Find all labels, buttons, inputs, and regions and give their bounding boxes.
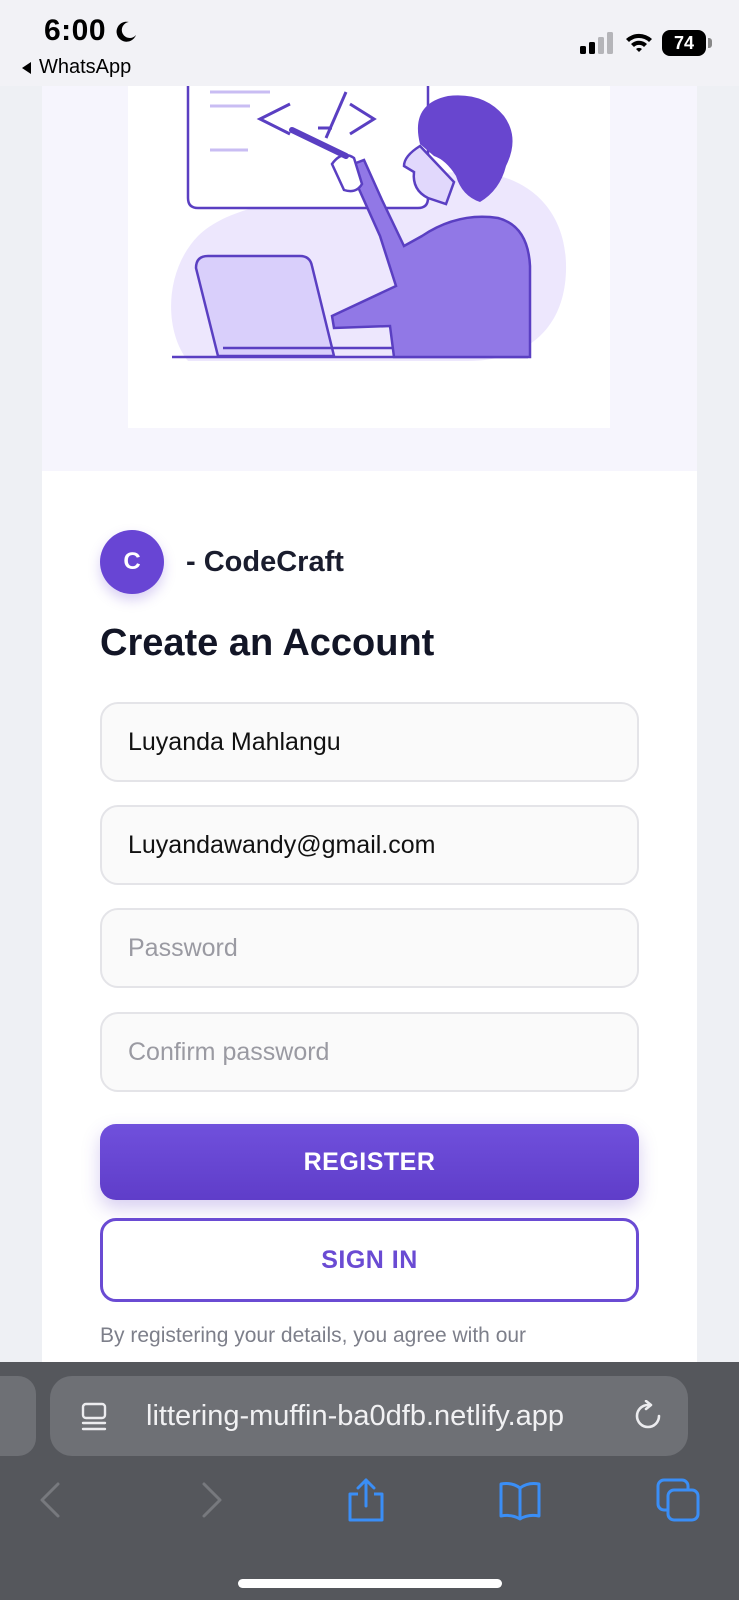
previous-tab-peek[interactable] bbox=[0, 1376, 36, 1456]
back-app-label: WhatsApp bbox=[39, 56, 132, 78]
page-title: Create an Account bbox=[100, 622, 435, 664]
brand: C - CodeCraft bbox=[100, 530, 344, 594]
address-bar[interactable]: littering-muffin-ba0dfb.netlify.app bbox=[50, 1376, 688, 1456]
status-bar: 6:00 WhatsApp 74 bbox=[0, 0, 739, 86]
tabs-icon[interactable] bbox=[656, 1478, 700, 1522]
battery-level: 74 bbox=[662, 30, 706, 56]
terms-text: By registering your details, you agree w… bbox=[100, 1324, 527, 1347]
battery-tip bbox=[708, 38, 712, 48]
home-indicator[interactable] bbox=[238, 1579, 502, 1588]
confirm-password-field[interactable] bbox=[100, 1012, 639, 1092]
brand-name: - CodeCraft bbox=[186, 545, 344, 578]
password-field[interactable] bbox=[100, 908, 639, 988]
developer-illustration-icon bbox=[171, 86, 567, 361]
bookmarks-icon[interactable] bbox=[498, 1478, 542, 1522]
back-arrow-icon bbox=[22, 61, 31, 74]
reload-icon[interactable] bbox=[632, 1400, 664, 1432]
sign-in-button[interactable]: SIGN IN bbox=[100, 1218, 639, 1302]
wifi-icon bbox=[626, 33, 652, 52]
forward-icon[interactable] bbox=[188, 1478, 232, 1522]
moon-icon bbox=[116, 21, 136, 42]
back-icon[interactable] bbox=[30, 1478, 74, 1522]
share-icon[interactable] bbox=[344, 1478, 388, 1522]
brand-logo-badge: C bbox=[100, 530, 164, 594]
email-field[interactable] bbox=[100, 805, 639, 885]
hero-section bbox=[42, 86, 697, 471]
cellular-signal-icon bbox=[580, 32, 613, 54]
battery-indicator: 74 bbox=[662, 30, 712, 56]
page-menu-icon[interactable] bbox=[80, 1402, 108, 1432]
url-text: littering-muffin-ba0dfb.netlify.app bbox=[146, 1400, 565, 1432]
hero-illustration bbox=[128, 86, 610, 428]
back-to-app-button[interactable]: WhatsApp bbox=[22, 56, 131, 79]
browser-toolbar: littering-muffin-ba0dfb.netlify.app bbox=[0, 1362, 739, 1600]
register-card: C - CodeCraft Create an Account REGISTER… bbox=[42, 86, 697, 1362]
full-name-field[interactable] bbox=[100, 702, 639, 782]
register-button[interactable]: REGISTER bbox=[100, 1124, 639, 1200]
status-time: 6:00 bbox=[44, 14, 107, 47]
